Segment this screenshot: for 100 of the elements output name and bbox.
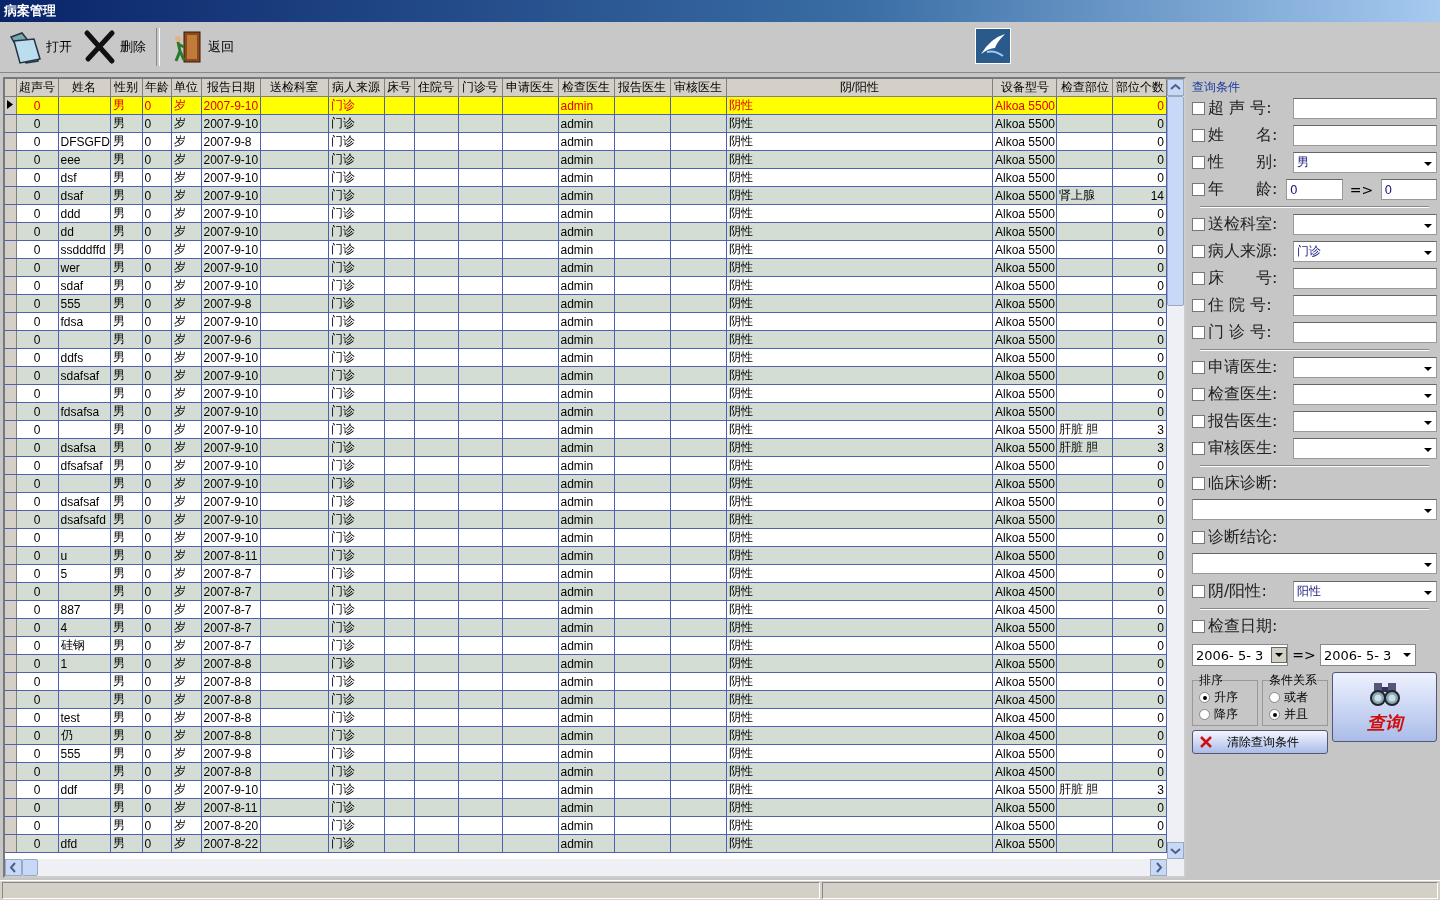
checkbox[interactable] bbox=[1192, 415, 1205, 428]
field-label: 住 院 号: bbox=[1208, 295, 1273, 316]
table-cell: 男 bbox=[110, 636, 142, 655]
column-header[interactable]: 单位 bbox=[171, 79, 201, 97]
table-cell: 0 bbox=[16, 744, 58, 763]
folder-icon bbox=[8, 29, 42, 65]
bird-logo-icon[interactable] bbox=[975, 28, 1011, 64]
scroll-right-icon[interactable] bbox=[1150, 859, 1167, 876]
table-cell: 0 bbox=[1112, 168, 1167, 187]
column-header[interactable]: 年龄 bbox=[142, 79, 171, 97]
input-field[interactable] bbox=[1293, 125, 1437, 146]
table-cell: 肝脏 胆 bbox=[1056, 780, 1113, 799]
table-cell: 阴性 bbox=[726, 708, 993, 727]
table-cell: 阴性 bbox=[726, 600, 993, 619]
table-cell: fdsa bbox=[58, 312, 110, 331]
checkbox[interactable] bbox=[1192, 531, 1205, 544]
column-header[interactable]: 床号 bbox=[384, 79, 414, 97]
input-field[interactable]: 0 bbox=[1286, 179, 1343, 200]
radio-option[interactable]: 并且 bbox=[1269, 706, 1323, 723]
column-header[interactable]: 阴/阳性 bbox=[726, 79, 993, 97]
horizontal-scrollbar[interactable] bbox=[5, 859, 1184, 876]
date-field[interactable]: 2006- 5- 3 bbox=[1192, 644, 1288, 666]
checkbox[interactable] bbox=[1192, 102, 1205, 115]
table-cell: 门诊 bbox=[328, 600, 384, 619]
radio-option[interactable]: 升序 bbox=[1199, 689, 1253, 706]
table-cell: Alkoa 5500 bbox=[992, 204, 1057, 223]
dropdown-field[interactable] bbox=[1293, 384, 1437, 405]
date-field[interactable]: 2006- 5- 3 bbox=[1320, 644, 1416, 666]
table-cell: admin bbox=[558, 672, 614, 691]
checkbox[interactable] bbox=[1192, 388, 1205, 401]
table-cell: 0 bbox=[142, 636, 171, 655]
column-header[interactable]: 检查部位 bbox=[1056, 79, 1113, 97]
table-cell: admin bbox=[558, 168, 614, 187]
dropdown-field[interactable]: 男 bbox=[1293, 152, 1437, 173]
dropdown-field[interactable] bbox=[1293, 411, 1437, 432]
column-header[interactable]: 住院号 bbox=[414, 79, 458, 97]
group-title: 排序 bbox=[1199, 672, 1223, 689]
scrollbar-thumb[interactable] bbox=[1167, 96, 1184, 306]
radio-option[interactable]: 降序 bbox=[1199, 706, 1253, 723]
radio-button[interactable] bbox=[1199, 709, 1210, 720]
column-header[interactable]: 审核医生 bbox=[670, 79, 726, 97]
checkbox[interactable] bbox=[1192, 218, 1205, 231]
panel-title: 查询条件 bbox=[1192, 79, 1241, 95]
column-header[interactable]: 超声号 bbox=[16, 79, 58, 97]
input-field[interactable] bbox=[1293, 322, 1437, 343]
column-header[interactable]: 报告医生 bbox=[614, 79, 670, 97]
column-header[interactable]: 报告日期 bbox=[201, 79, 260, 97]
column-header[interactable]: 性别 bbox=[110, 79, 142, 97]
radio-option[interactable]: 或者 bbox=[1269, 689, 1323, 706]
radio-button[interactable] bbox=[1269, 709, 1280, 720]
checkbox[interactable] bbox=[1192, 245, 1205, 258]
table-cell: 0 bbox=[142, 744, 171, 763]
dropdown-field[interactable] bbox=[1192, 553, 1437, 574]
column-header[interactable]: 检查医生 bbox=[558, 79, 614, 97]
dropdown-field[interactable] bbox=[1192, 499, 1437, 520]
scroll-up-icon[interactable] bbox=[1167, 79, 1184, 96]
toolbar-button[interactable]: 打开 bbox=[4, 27, 76, 67]
checkbox[interactable] bbox=[1192, 299, 1205, 312]
clear-button[interactable]: 清除查询条件 bbox=[1192, 730, 1328, 754]
toolbar-button[interactable]: 返回 bbox=[166, 27, 238, 67]
checkbox[interactable] bbox=[1192, 361, 1205, 374]
column-header[interactable]: 姓名 bbox=[58, 79, 110, 97]
input-field[interactable] bbox=[1293, 268, 1437, 289]
dropdown-field[interactable] bbox=[1293, 214, 1437, 235]
column-header[interactable]: 门诊号 bbox=[458, 79, 502, 97]
table-cell: 男 bbox=[110, 312, 142, 331]
scroll-down-icon[interactable] bbox=[1167, 842, 1184, 859]
input-field[interactable]: 0 bbox=[1380, 179, 1437, 200]
checkbox[interactable] bbox=[1192, 129, 1205, 142]
table-cell: DFSGFD bbox=[58, 132, 110, 151]
checkbox[interactable] bbox=[1192, 477, 1205, 490]
checkbox[interactable] bbox=[1192, 585, 1205, 598]
toolbar-button[interactable]: 删除 bbox=[78, 27, 150, 67]
dropdown-field[interactable]: 门诊 bbox=[1293, 241, 1437, 262]
table-cell: 2007-8-7 bbox=[201, 600, 260, 619]
input-field[interactable] bbox=[1293, 98, 1437, 119]
input-field[interactable] bbox=[1293, 295, 1437, 316]
table-cell: Alkoa 5500 bbox=[992, 240, 1057, 259]
dropdown-field[interactable] bbox=[1293, 357, 1437, 378]
table-cell: 门诊 bbox=[328, 636, 384, 655]
radio-button[interactable] bbox=[1199, 692, 1210, 703]
column-header[interactable]: 申请医生 bbox=[502, 79, 558, 97]
column-header[interactable]: 部位个数 bbox=[1112, 79, 1167, 97]
checkbox[interactable] bbox=[1192, 620, 1205, 633]
table-cell: 肝脏 胆 bbox=[1056, 420, 1113, 439]
radio-button[interactable] bbox=[1269, 692, 1280, 703]
checkbox[interactable] bbox=[1192, 272, 1205, 285]
column-header[interactable]: 病人来源 bbox=[328, 79, 384, 97]
dropdown-field[interactable] bbox=[1293, 438, 1437, 459]
checkbox[interactable] bbox=[1192, 442, 1205, 455]
dropdown-field[interactable]: 阳性 bbox=[1293, 581, 1437, 602]
table-cell: 阴性 bbox=[726, 564, 993, 583]
vertical-scrollbar[interactable] bbox=[1167, 79, 1184, 859]
scrollbar-thumb[interactable] bbox=[22, 859, 38, 876]
column-header[interactable]: 设备型号 bbox=[992, 79, 1057, 97]
scroll-left-icon[interactable] bbox=[5, 859, 22, 876]
column-header[interactable]: 送检科室 bbox=[260, 79, 328, 97]
checkbox[interactable] bbox=[1192, 326, 1205, 339]
checkbox[interactable] bbox=[1192, 156, 1205, 169]
checkbox[interactable] bbox=[1192, 183, 1205, 196]
